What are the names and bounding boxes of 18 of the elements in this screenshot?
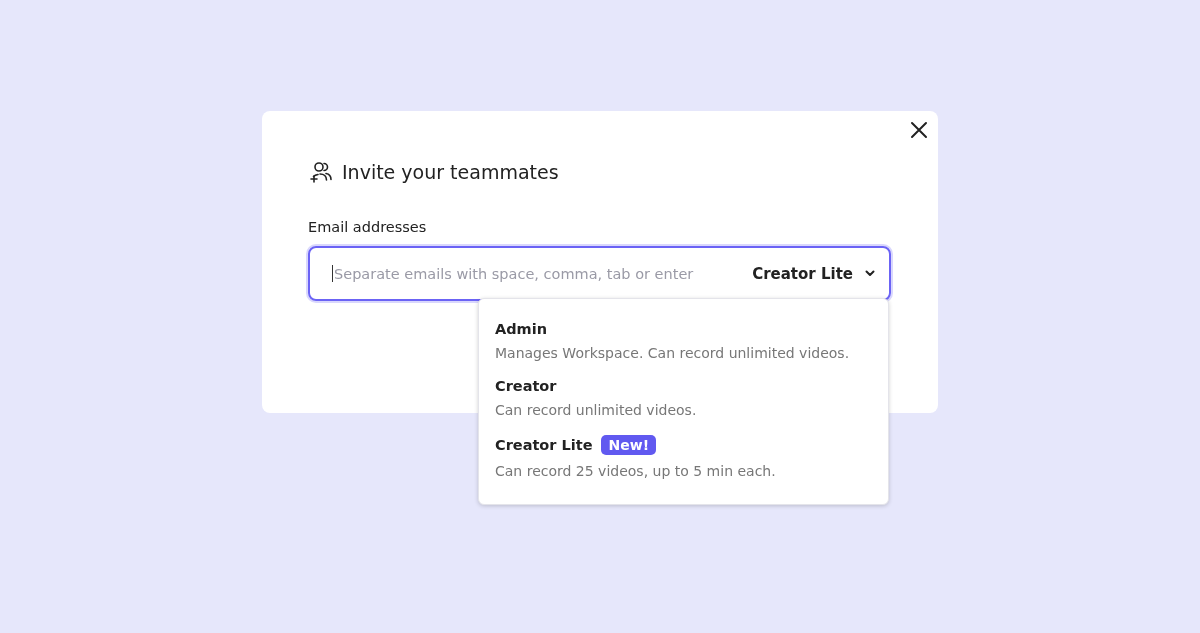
chevron-down-icon	[865, 270, 875, 277]
close-icon[interactable]	[910, 121, 928, 139]
new-badge: New!	[601, 435, 656, 455]
add-people-icon	[310, 161, 334, 183]
dialog-title: Invite your teammates	[342, 161, 559, 183]
role-description: Manages Workspace. Can record unlimited videos.	[495, 345, 851, 361]
email-input-field[interactable]: Separate emails with space, comma, tab or enter Creator Lite	[308, 246, 891, 301]
role-name: Creator	[495, 378, 557, 394]
role-name: Admin	[495, 321, 547, 337]
text-cursor	[332, 265, 333, 282]
role-option[interactable]: Creator Can record unlimited videos.	[479, 370, 888, 427]
role-option[interactable]: Admin Manages Workspace. Can record unlimited videos.	[479, 313, 888, 370]
field-label: Email addresses	[308, 219, 428, 235]
role-option[interactable]: Creator Lite New! Can record 25 videos, up to 5 min each.	[479, 427, 888, 488]
role-dropdown[interactable]: Creator Lite	[752, 264, 875, 283]
role-name: Creator Lite	[495, 437, 593, 453]
role-description: Can record 25 videos, up to 5 min each.	[495, 463, 777, 479]
role-description: Can record unlimited videos.	[495, 402, 698, 418]
